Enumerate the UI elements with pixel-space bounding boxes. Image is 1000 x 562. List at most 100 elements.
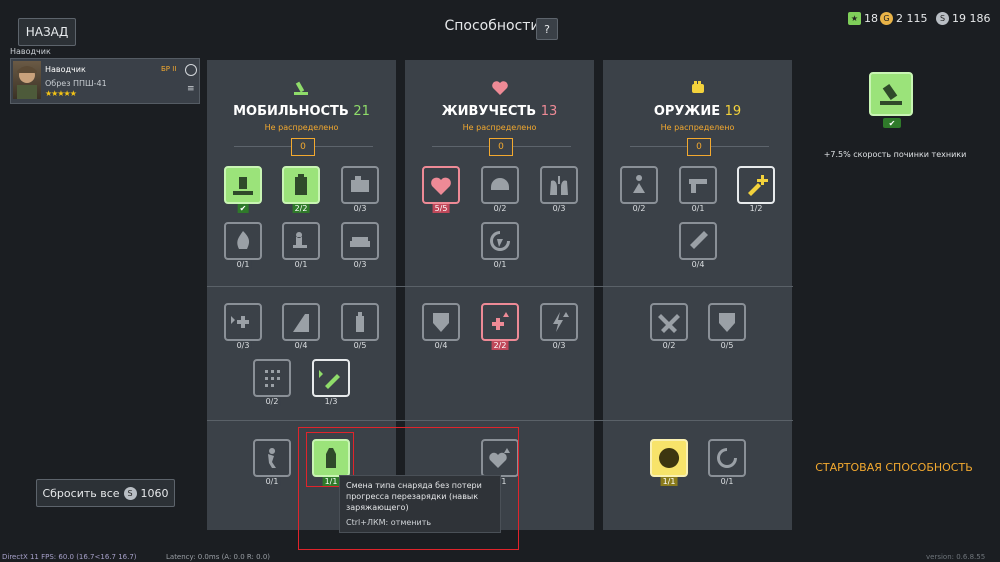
climb-skill[interactable]: 0/4: [282, 303, 320, 350]
knife-icon: [690, 231, 708, 249]
reset-label: Сбросить все: [42, 486, 120, 500]
reset-cost: 1060: [140, 486, 169, 500]
medkit-speed-skill[interactable]: 0/3: [224, 303, 262, 350]
sprint-skill[interactable]: 0/1: [253, 439, 291, 486]
panel-title: МОБИЛЬНОСТЬ 21: [233, 104, 370, 119]
divider: [513, 146, 571, 147]
target-icon: [659, 448, 680, 468]
target-skill[interactable]: 1/1: [650, 439, 688, 486]
person-seat-icon: [293, 232, 307, 248]
knife-skill[interactable]: 0/4: [679, 222, 717, 269]
panel-title: ОРУЖИЕ 19: [653, 104, 742, 119]
helmet-skill[interactable]: 0/2: [481, 166, 519, 213]
tools-skill[interactable]: 0/2: [650, 303, 688, 350]
check-icon: ✔: [237, 204, 249, 213]
heart-regen-skill[interactable]: 5/5: [422, 166, 460, 213]
avatar: [13, 61, 41, 99]
crew-card[interactable]: Наводчик БР II ≡ Обрез ППШ-41 ★★★★★: [10, 58, 200, 104]
wrench-fast-icon: [319, 370, 340, 389]
skill-count: 1/3: [322, 397, 340, 406]
energy-boost-skill[interactable]: 0/3: [540, 303, 578, 350]
unassigned-points: 0: [489, 138, 513, 156]
help-button[interactable]: ?: [536, 18, 558, 40]
helmet-icon: [491, 178, 509, 190]
panel-weapons: ОРУЖИЕ 19 Не распределено 0: [603, 60, 792, 530]
regen-icon: [490, 231, 510, 251]
melee-run-skill[interactable]: 0/2: [620, 166, 658, 213]
engine-skill[interactable]: 0/3: [341, 166, 379, 213]
menu-icon[interactable]: ≡: [187, 84, 195, 94]
unassigned-points: 0: [687, 138, 711, 156]
repair-hammer-icon: [880, 83, 902, 105]
engine-icon: [351, 176, 369, 192]
skill-count: 2/2: [491, 341, 509, 350]
crew-stars: ★★★★★: [45, 89, 77, 98]
lungs-icon: [550, 176, 568, 195]
unassigned-points: 0: [291, 138, 315, 156]
lungs-skill[interactable]: 0/3: [540, 166, 578, 213]
skill-count: 1/1: [660, 477, 678, 486]
reload-skill[interactable]: 0/1: [708, 439, 746, 486]
skill-count: 0/1: [234, 260, 252, 269]
skill-count: 0/5: [351, 341, 369, 350]
hammer-icon: [233, 177, 253, 195]
skill-count: 0/2: [263, 397, 281, 406]
auto-regen-skill[interactable]: 0/1: [481, 222, 519, 269]
skill-count: 0/2: [491, 204, 509, 213]
fire-icon: [237, 231, 250, 249]
tank-tread-skill[interactable]: 0/3: [341, 222, 379, 269]
seated-operator-skill[interactable]: 0/1: [282, 222, 320, 269]
medic-shield-skill[interactable]: 0/5: [708, 303, 746, 350]
selected-skill-preview: [869, 72, 913, 116]
skill-count: 0/1: [292, 260, 310, 269]
skill-count: 0/1: [718, 477, 736, 486]
star-counter: ★ 18: [848, 12, 878, 25]
divider: [630, 146, 688, 147]
skill-count: 1/2: [747, 204, 765, 213]
tooltip-hint: Ctrl+ЛКМ: отменить: [346, 518, 432, 527]
medkit-boost-skill[interactable]: 2/2: [481, 303, 519, 350]
heart-category-icon: [491, 80, 509, 100]
repair-hammer-skill[interactable]: ✔: [224, 166, 262, 213]
armor-shield-skill[interactable]: 0/4: [422, 303, 460, 350]
fast-repair-skill[interactable]: 1/3: [312, 359, 350, 406]
silver-counter: S 19 186: [936, 12, 991, 25]
tier-separator: [207, 286, 793, 287]
gearbox-icon: [265, 370, 280, 387]
fps-readout: DirectX 11 FPS: 60.0 (16.7<16.7 16.7): [2, 553, 137, 561]
skill-count: 0/4: [432, 341, 450, 350]
skill-count: 0/3: [351, 204, 369, 213]
extinguisher-skill[interactable]: 0/5: [341, 303, 379, 350]
gearbox-skill[interactable]: 0/2: [253, 359, 291, 406]
silver-coin-icon: S: [123, 486, 137, 500]
skill-count: 0/5: [718, 341, 736, 350]
climb-icon: [293, 314, 309, 332]
preview-description: +7.5% скорость починки техники: [823, 150, 967, 159]
pistol-icon: [689, 179, 707, 193]
skill-count: 2/2: [292, 204, 310, 213]
skill-count: 0/3: [351, 260, 369, 269]
crew-battle-rating: БР II: [161, 65, 177, 73]
panel-title: ЖИВУЧЕСТЬ 13: [441, 104, 558, 119]
silver-coin-icon: S: [936, 12, 949, 25]
pistol-skill[interactable]: 0/1: [679, 166, 717, 213]
backpack-skill[interactable]: 2/2: [282, 166, 320, 213]
reset-all-button[interactable]: Сбросить все S 1060: [36, 479, 175, 507]
skill-count: 0/3: [550, 204, 568, 213]
skill-count: 0/1: [263, 477, 281, 486]
repair-kit-skill[interactable]: 1/2: [737, 166, 775, 213]
skill-count: 0/2: [630, 204, 648, 213]
silver-value: 19 186: [952, 12, 991, 25]
unassigned-label: Не распределено: [264, 123, 339, 132]
skill-count: 0/3: [550, 341, 568, 350]
crew-weapon: Обрез ППШ-41: [45, 79, 107, 88]
divider: [711, 146, 769, 147]
gold-value: 2 115: [896, 12, 928, 25]
fire-skill[interactable]: 0/1: [224, 222, 262, 269]
skill-count: 0/2: [660, 341, 678, 350]
heart-regen-icon: [431, 177, 451, 195]
skill-count: 0/3: [234, 341, 252, 350]
medkit-fast-icon: [231, 316, 249, 328]
skill-count: 0/1: [689, 204, 707, 213]
gold-counter: G 2 115: [880, 12, 928, 25]
